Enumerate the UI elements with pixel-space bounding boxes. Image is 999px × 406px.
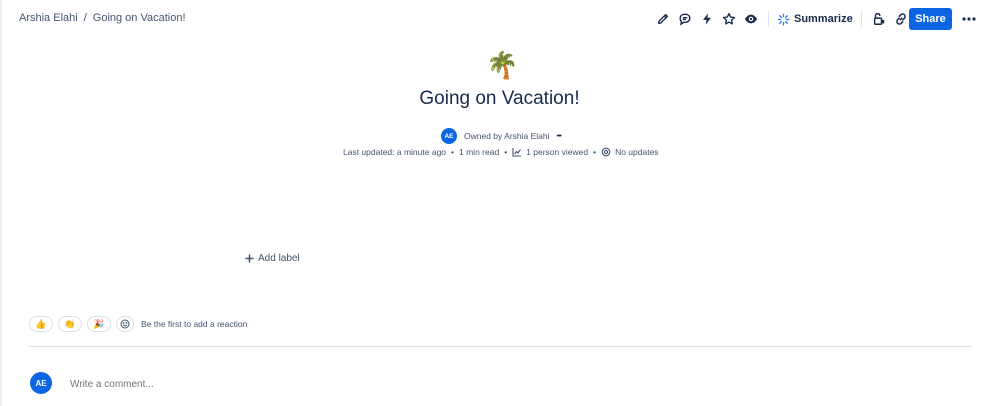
automation-button[interactable] [696, 8, 718, 30]
breadcrumb-separator: / [83, 12, 87, 24]
share-button[interactable]: Share [909, 8, 952, 30]
link-icon [895, 13, 906, 25]
ai-sparkle-icon [777, 13, 790, 25]
updates-icon [601, 147, 611, 157]
edit-button[interactable] [652, 8, 674, 30]
star-icon [722, 12, 736, 25]
watch-button[interactable] [740, 8, 762, 30]
comment-button[interactable] [674, 8, 696, 30]
viewers-count[interactable]: 1 person viewed [526, 147, 588, 157]
edit-icon [657, 13, 669, 25]
meta-separator: • [504, 147, 508, 157]
page-emoji[interactable]: 🌴 [486, 50, 518, 80]
commenter-avatar: AE [30, 372, 52, 394]
breadcrumb-space[interactable]: Arshia Elahi [19, 12, 78, 24]
reaction-thumbs-up[interactable]: 👍 [29, 316, 53, 332]
comment-icon [679, 13, 691, 26]
breadcrumb: Arshia Elahi / Going on Vacation! [19, 12, 186, 24]
add-emoji-icon [120, 319, 130, 329]
page-toolbar: Summarize [652, 8, 912, 30]
updates-status[interactable]: No updates [615, 147, 658, 157]
automation-icon [703, 13, 711, 25]
page-metadata: Last updated: a minute ago • 1 min read … [343, 147, 659, 157]
analytics-icon [512, 147, 522, 157]
owner-text[interactable]: Owned by Arshia Elahi [464, 131, 550, 141]
left-edge [0, 0, 2, 406]
more-actions-button[interactable] [958, 8, 980, 30]
byline: AE Owned by Arshia Elahi ••• [441, 128, 562, 144]
comment-input[interactable] [63, 375, 363, 393]
toolbar-divider [860, 11, 862, 27]
comments-divider [29, 346, 972, 347]
plus-icon [245, 254, 254, 263]
add-label-text: Add label [258, 253, 300, 264]
more-horizontal-icon [962, 17, 976, 21]
summarize-button[interactable]: Summarize [775, 13, 855, 26]
page-title: Going on Vacation! [419, 88, 580, 109]
watch-icon [744, 14, 758, 24]
summarize-label: Summarize [794, 13, 853, 25]
restrictions-button[interactable] [868, 8, 890, 30]
star-button[interactable] [718, 8, 740, 30]
meta-separator: • [451, 147, 455, 157]
add-reaction-button[interactable] [116, 316, 134, 332]
unlock-icon [873, 13, 884, 25]
read-time: 1 min read [459, 147, 500, 157]
owner-avatar[interactable]: AE [441, 128, 457, 144]
byline-more-button[interactable]: ••• [557, 133, 562, 140]
reaction-party[interactable]: 🎉 [87, 316, 111, 332]
add-label-button[interactable]: Add label [245, 253, 300, 264]
reaction-hint: Be the first to add a reaction [141, 319, 248, 329]
reactions-bar: 👍 👏 🎉 Be the first to add a reaction [29, 316, 247, 332]
toolbar-divider [768, 11, 769, 27]
last-updated[interactable]: Last updated: a minute ago [343, 147, 446, 157]
breadcrumb-page[interactable]: Going on Vacation! [93, 12, 186, 24]
reaction-clap[interactable]: 👏 [58, 316, 82, 332]
meta-separator: • [593, 147, 597, 157]
